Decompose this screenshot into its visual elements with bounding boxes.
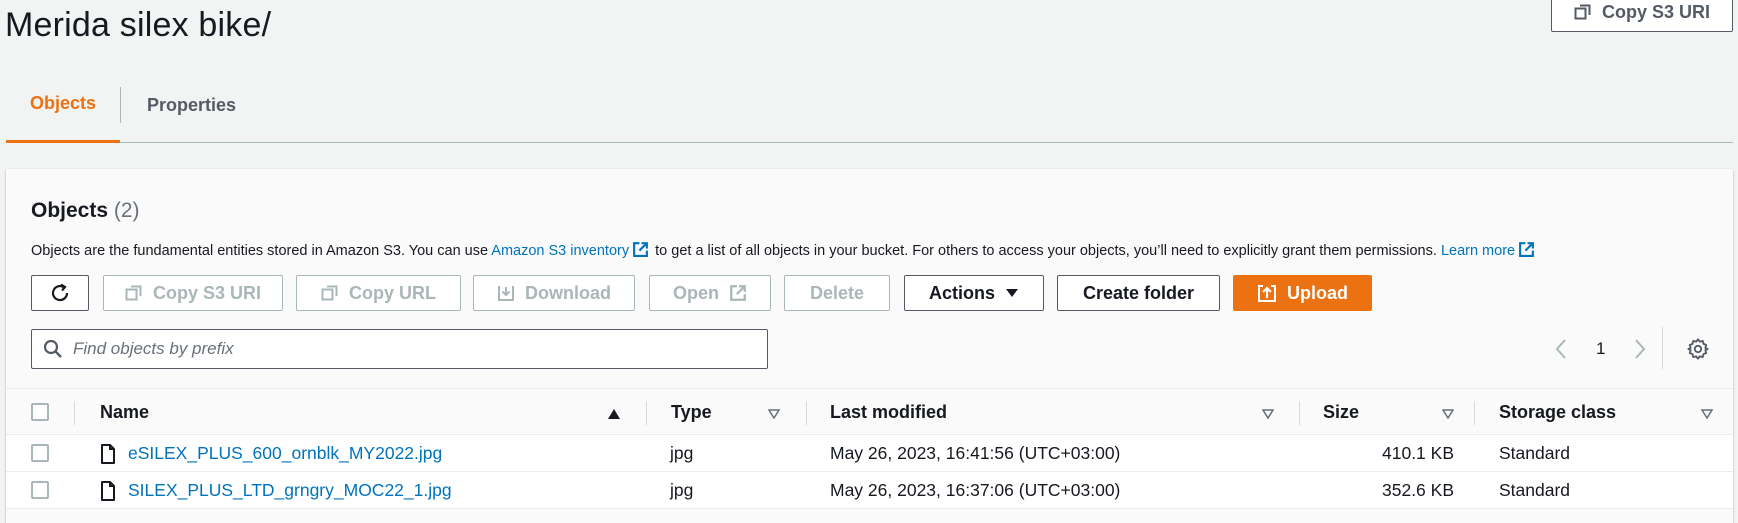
refresh-button[interactable] (31, 275, 89, 311)
object-name-cell: eSILEX_PLUS_600_ornblk_MY2022.jpg (100, 435, 442, 472)
copy-s3-uri-header-label: Copy S3 URI (1601, 1, 1711, 22)
external-link-icon[interactable] (1518, 241, 1535, 258)
copy-url-label: Copy URL (349, 282, 436, 303)
tab-objects-label: Objects (29, 93, 97, 113)
search-icon (43, 339, 62, 358)
object-last-modified-cell: May 26, 2023, 16:41:56 (UTC+03:00) (830, 443, 1121, 463)
objects-panel: Objects (2) Objects are the fundamental … (6, 169, 1733, 523)
copy-url-button[interactable]: Copy URL (296, 275, 461, 311)
object-size-cell: 352.6 KB (1382, 480, 1454, 500)
objects-heading: Objects (31, 199, 109, 222)
object-name-link[interactable]: SILEX_PLUS_LTD_grngry_MOC22_1.jpg (128, 480, 452, 501)
column-header-type[interactable]: Type (671, 389, 712, 436)
search-box (31, 329, 768, 369)
tab-objects[interactable]: Objects (6, 87, 120, 143)
actions-dropdown[interactable]: Actions (904, 275, 1044, 311)
search-input[interactable] (73, 339, 753, 359)
chevron-left-icon (1555, 339, 1566, 359)
actions-label: Actions (928, 282, 995, 303)
object-type-cell: jpg (670, 480, 694, 500)
next-page-button[interactable] (1633, 329, 1647, 369)
tab-properties-label: Properties (147, 94, 237, 115)
description-text-start: Objects are the fundamental entities sto… (31, 243, 489, 259)
sort-icon[interactable] (768, 409, 780, 419)
caret-down-icon (1006, 289, 1018, 297)
tab-properties[interactable]: Properties (147, 77, 236, 133)
objects-panel-title: Objects (2) (31, 199, 140, 223)
column-header-last-modified[interactable]: Last modified (830, 389, 947, 436)
copy-icon (125, 285, 142, 301)
create-folder-button[interactable]: Create folder (1057, 275, 1220, 311)
object-name-cell: SILEX_PLUS_LTD_grngry_MOC22_1.jpg (100, 472, 452, 509)
refresh-icon (51, 283, 69, 302)
object-type-cell: jpg (670, 443, 694, 463)
select-all-checkbox[interactable] (31, 403, 49, 421)
column-divider (1299, 401, 1300, 425)
pagination-divider (1662, 327, 1663, 369)
file-icon (101, 443, 115, 464)
object-storage-class-cell: Standard (1499, 480, 1571, 500)
table-header: Name Type Last modified Size Storage cla… (6, 388, 1733, 435)
sort-icon[interactable] (1442, 409, 1454, 419)
description-text-end: to get a list of all objects in your buc… (655, 243, 1437, 259)
row-checkbox[interactable] (31, 444, 49, 462)
sort-icon[interactable] (1262, 409, 1274, 419)
copy-s3-uri-header-button[interactable]: Copy S3 URI (1551, 0, 1733, 32)
gear-icon (1687, 338, 1709, 360)
sort-asc-icon[interactable] (607, 408, 621, 420)
upload-label: Upload (1287, 282, 1348, 303)
object-last-modified-cell: May 26, 2023, 16:37:06 (UTC+03:00) (830, 480, 1121, 500)
download-button[interactable]: Download (473, 275, 635, 311)
open-button[interactable]: Open (649, 275, 771, 311)
open-label: Open (672, 282, 719, 303)
copy-s3-uri-label: Copy S3 URI (152, 282, 262, 303)
sort-icon[interactable] (1701, 409, 1713, 419)
external-link-icon (730, 285, 746, 301)
external-link-icon[interactable] (632, 241, 649, 258)
copy-icon (321, 285, 338, 301)
objects-description: Objects are the fundamental entities sto… (31, 241, 1537, 259)
column-divider (646, 401, 647, 425)
column-header-size[interactable]: Size (1323, 389, 1359, 436)
page-number-button[interactable]: 1 (1596, 329, 1605, 369)
delete-button[interactable]: Delete (784, 275, 890, 311)
page-title: Merida silex bike/ (5, 6, 272, 44)
row-checkbox[interactable] (31, 481, 49, 499)
column-divider (1474, 401, 1475, 425)
delete-label: Delete (809, 282, 865, 303)
copy-icon (1574, 4, 1591, 20)
tab-bar: Objects Properties (6, 87, 1733, 143)
upload-button[interactable]: Upload (1233, 275, 1372, 311)
column-divider (806, 401, 807, 425)
object-name-link[interactable]: eSILEX_PLUS_600_ornblk_MY2022.jpg (128, 443, 442, 464)
inventory-link[interactable]: Amazon S3 inventory (491, 243, 629, 259)
column-header-storage-class[interactable]: Storage class (1499, 389, 1616, 436)
table-row: SILEX_PLUS_LTD_grngry_MOC22_1.jpg jpg Ma… (6, 472, 1733, 509)
tab-divider (120, 87, 121, 123)
object-size-cell: 410.1 KB (1382, 443, 1454, 463)
objects-count: (2) (113, 199, 140, 222)
file-icon (101, 480, 115, 501)
download-icon (498, 286, 514, 301)
upload-icon (1258, 285, 1276, 302)
learn-more-link[interactable]: Learn more (1441, 243, 1515, 259)
download-label: Download (525, 282, 611, 303)
table-row: eSILEX_PLUS_600_ornblk_MY2022.jpg jpg Ma… (6, 435, 1733, 472)
copy-s3-uri-button[interactable]: Copy S3 URI (103, 275, 283, 311)
column-divider (74, 401, 75, 425)
chevron-right-icon (1635, 339, 1646, 359)
column-header-name[interactable]: Name (100, 389, 149, 436)
object-storage-class-cell: Standard (1499, 443, 1571, 463)
create-folder-label: Create folder (1082, 282, 1195, 303)
table-settings-button[interactable] (1687, 329, 1709, 369)
previous-page-button[interactable] (1554, 329, 1568, 369)
